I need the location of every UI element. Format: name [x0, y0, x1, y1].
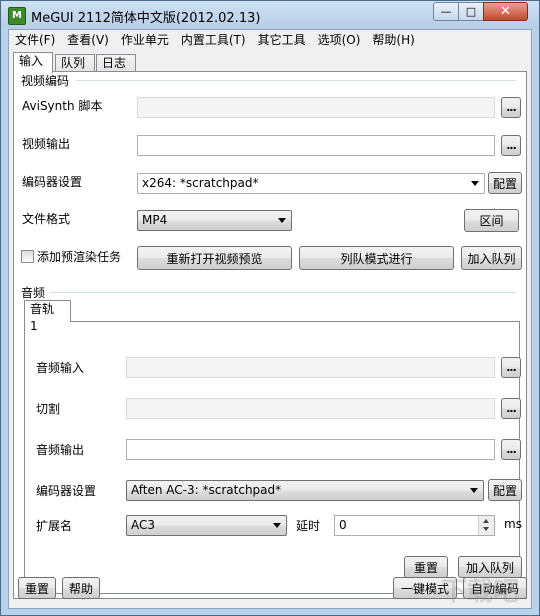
cut-field[interactable] [126, 398, 495, 419]
input-page: 视频编码 AviSynth 脚本 ... 视频输出 ... 编码器设置 x264… [13, 71, 527, 599]
audio-output-browse-button[interactable]: ... [501, 439, 521, 460]
ext-label: 扩展名 [36, 519, 73, 533]
minimize-button[interactable]: — [433, 2, 459, 21]
audio-output-field[interactable] [126, 439, 495, 460]
megui-app-icon: M [8, 7, 26, 25]
spin-up-icon[interactable] [483, 519, 489, 523]
menu-file[interactable]: 文件(F) [9, 30, 61, 50]
main-window: M MeGUI 2112简体中文版(2012.02.13) — □ ✕ 文件(F… [0, 0, 540, 616]
audio-group-label: 音频 [20, 284, 47, 301]
audio-group-line [50, 292, 516, 293]
maximize-icon: □ [465, 5, 477, 18]
menu-other-tools[interactable]: 其它工具 [252, 30, 312, 50]
delay-label: 延时 [296, 519, 321, 533]
cut-browse-button[interactable]: ... [501, 398, 521, 419]
format-select[interactable]: MP4 [137, 210, 292, 231]
audio-track-page: 音频输入 ... 切割 ... 音频输出 ... 编码器设置 Aften AC-… [24, 321, 522, 594]
audio-encoder-value: Aften AC-3: *scratchpad* [131, 483, 282, 497]
close-button[interactable]: ✕ [483, 2, 528, 21]
tab-audio-track-1[interactable]: 音轨 1 [24, 300, 71, 333]
chevron-down-icon [273, 523, 281, 528]
format-value: MP4 [142, 213, 168, 227]
delay-spin-buttons[interactable] [478, 516, 494, 535]
video-config-button[interactable]: 配置 [488, 172, 522, 194]
chevron-down-icon [471, 181, 479, 186]
avisynth-label: AviSynth 脚本 [22, 99, 103, 113]
reopen-preview-button[interactable]: 重新打开视频预览 [137, 246, 292, 270]
audio-config-button[interactable]: 配置 [488, 479, 522, 501]
delay-value: 0 [339, 518, 347, 532]
prerender-label: 添加预渲染任务 [37, 250, 122, 264]
title-bar[interactable]: M MeGUI 2112简体中文版(2012.02.13) — □ ✕ [1, 1, 539, 29]
maximize-button[interactable]: □ [458, 2, 484, 21]
ext-value: AC3 [131, 518, 156, 532]
menu-options[interactable]: 选项(O) [312, 30, 367, 50]
footer-reset-button[interactable]: 重置 [18, 577, 56, 599]
ext-select[interactable]: AC3 [126, 515, 287, 536]
audio-encoder-select[interactable]: Aften AC-3: *scratchpad* [126, 480, 484, 501]
video-encoder-select[interactable]: x264: *scratchpad* [137, 173, 485, 194]
spin-down-icon[interactable] [483, 527, 489, 531]
window-title: MeGUI 2112简体中文版(2012.02.13) [31, 11, 261, 26]
tab-log[interactable]: 日志 [96, 54, 136, 72]
video-group-label: 视频编码 [20, 72, 71, 89]
watermark: 下载吧 [441, 577, 520, 607]
avisynth-input[interactable] [137, 97, 495, 118]
menu-builtin-tools[interactable]: 内置工具(T) [175, 30, 252, 50]
video-group-line [76, 80, 516, 81]
delay-spinner[interactable]: 0 [334, 515, 495, 536]
queue-mode-button[interactable]: 列队模式进行 [299, 246, 454, 270]
video-encoder-value: x264: *scratchpad* [142, 176, 259, 190]
audio-input-field[interactable] [126, 357, 495, 378]
chevron-down-icon [470, 488, 478, 493]
tab-input[interactable]: 输入 [13, 52, 53, 73]
avisynth-browse-button[interactable]: ... [501, 97, 521, 118]
video-encoder-label: 编码器设置 [22, 175, 83, 189]
video-output-label: 视频输出 [22, 137, 71, 151]
video-output-input[interactable] [137, 135, 495, 156]
format-label: 文件格式 [22, 212, 71, 226]
range-button[interactable]: 区间 [464, 209, 519, 232]
minimize-icon: — [440, 5, 452, 18]
client-area: 文件(F) 查看(V) 作业单元 内置工具(T) 其它工具 选项(O) 帮助(H… [8, 29, 532, 609]
audio-output-label: 音频输出 [36, 443, 85, 457]
menu-help[interactable]: 帮助(H) [366, 30, 420, 50]
help-button[interactable]: 帮助 [62, 577, 100, 599]
menu-view[interactable]: 查看(V) [61, 30, 115, 50]
chevron-down-icon [278, 218, 286, 223]
video-add-queue-button[interactable]: 加入队列 [461, 246, 522, 270]
close-icon: ✕ [500, 4, 511, 19]
video-output-browse-button[interactable]: ... [501, 135, 521, 156]
audio-input-browse-button[interactable]: ... [501, 357, 521, 378]
menu-bar: 文件(F) 查看(V) 作业单元 内置工具(T) 其它工具 选项(O) 帮助(H… [9, 30, 531, 50]
audio-input-label: 音频输入 [36, 361, 85, 375]
tab-queue[interactable]: 队列 [55, 54, 95, 72]
prerender-checkbox[interactable] [21, 250, 34, 263]
audio-encoder-label: 编码器设置 [36, 484, 97, 498]
delay-unit: ms [504, 517, 522, 531]
cut-label: 切割 [36, 402, 61, 416]
menu-jobs[interactable]: 作业单元 [115, 30, 175, 50]
